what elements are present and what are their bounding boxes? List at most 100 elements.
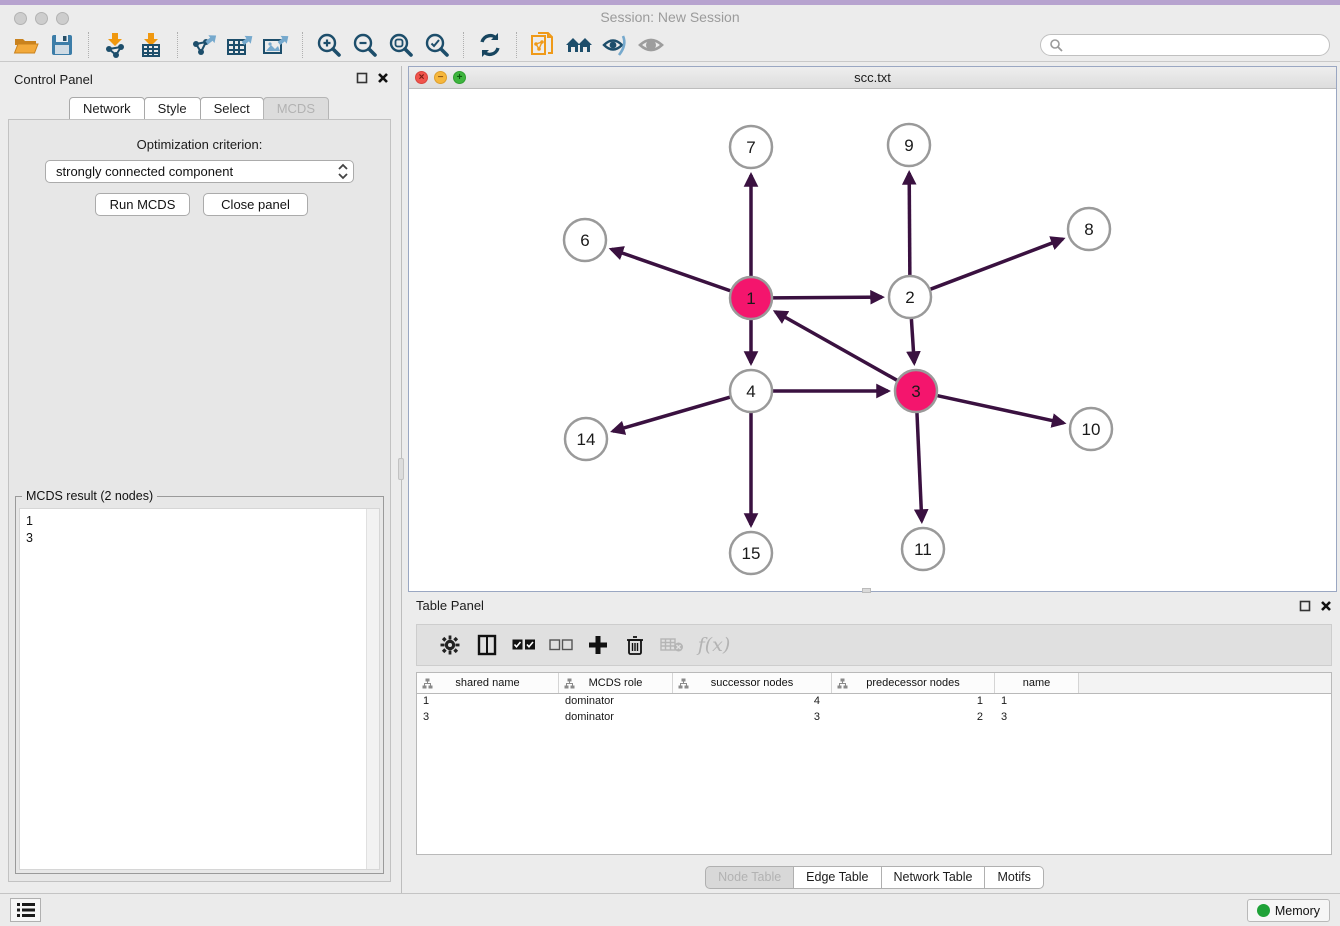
delete-column-button[interactable] xyxy=(616,628,653,662)
graph-edge-2-8[interactable] xyxy=(931,239,1063,289)
export-table-button[interactable] xyxy=(222,30,258,60)
mcds-result-textarea[interactable]: 1 3 xyxy=(19,508,380,870)
export-network-button[interactable] xyxy=(186,30,222,60)
clone-network-button[interactable] xyxy=(525,30,561,60)
mcds-result-groupbox: MCDS result (2 nodes) 1 3 xyxy=(15,496,384,874)
tab-mcds[interactable]: MCDS xyxy=(263,97,329,121)
close-panel-icon[interactable] xyxy=(377,72,389,84)
float-panel-icon[interactable] xyxy=(1299,600,1311,612)
task-history-button[interactable] xyxy=(10,898,41,922)
save-floppy-icon xyxy=(50,33,74,57)
panel-divider-handle[interactable] xyxy=(398,458,404,480)
tab-motifs[interactable]: Motifs xyxy=(984,866,1043,889)
hide-graphics-details-button[interactable] xyxy=(597,30,633,60)
tab-network[interactable]: Network xyxy=(69,97,145,121)
column-type-icon xyxy=(422,678,433,689)
zoom-out-button[interactable] xyxy=(347,30,383,60)
unselect-all-columns-button[interactable] xyxy=(542,628,579,662)
close-panel-icon[interactable] xyxy=(1320,600,1332,612)
main-toolbar xyxy=(0,28,1340,62)
column-header-shared-name[interactable]: shared name xyxy=(417,673,559,693)
float-panel-icon[interactable] xyxy=(356,72,368,84)
delete-table-icon xyxy=(660,637,684,653)
table-row[interactable]: 1 dominator 4 1 1 xyxy=(417,694,1331,710)
table-toolbar: f(x) xyxy=(416,624,1332,666)
unchecked-boxes-icon xyxy=(549,639,573,651)
show-column-panel-button[interactable] xyxy=(468,628,505,662)
show-graphics-details-button[interactable] xyxy=(633,30,669,60)
cell-name[interactable]: 1 xyxy=(995,694,1079,710)
run-mcds-button[interactable]: Run MCDS xyxy=(95,193,190,216)
graph-edge-2-3[interactable] xyxy=(911,319,914,363)
open-session-button[interactable] xyxy=(8,30,44,60)
import-table-button[interactable] xyxy=(133,30,169,60)
zoom-fit-icon xyxy=(388,32,414,58)
apply-style-button[interactable] xyxy=(472,30,508,60)
graph-node-label: 8 xyxy=(1084,220,1093,239)
zoom-fit-button[interactable] xyxy=(383,30,419,60)
cell-shared-name[interactable]: 1 xyxy=(417,694,559,710)
import-network-button[interactable] xyxy=(97,30,133,60)
cell-successor-nodes[interactable]: 4 xyxy=(673,694,832,710)
column-header-mcds-role[interactable]: MCDS role xyxy=(559,673,673,693)
tab-style[interactable]: Style xyxy=(144,97,201,121)
graph-node-label: 4 xyxy=(746,382,755,401)
optimization-criterion-select[interactable]: strongly connected component xyxy=(45,160,354,183)
cell-predecessor-nodes[interactable]: 1 xyxy=(832,694,995,710)
column-header-successor-nodes[interactable]: successor nodes xyxy=(673,673,832,693)
cell-name[interactable]: 3 xyxy=(995,710,1079,726)
zoom-in-button[interactable] xyxy=(311,30,347,60)
tab-select[interactable]: Select xyxy=(200,97,264,121)
window-resize-handle[interactable] xyxy=(862,588,871,593)
import-network-icon xyxy=(102,32,128,58)
control-panel-tabs: Network Style Select MCDS xyxy=(0,97,397,121)
column-header-predecessor-nodes[interactable]: predecessor nodes xyxy=(832,673,995,693)
tab-network-table[interactable]: Network Table xyxy=(881,866,986,889)
memory-status-icon xyxy=(1257,904,1270,917)
table-row[interactable]: 3 dominator 3 2 3 xyxy=(417,710,1331,726)
select-all-columns-button[interactable] xyxy=(505,628,542,662)
graph-edge-3-11[interactable] xyxy=(917,413,922,521)
save-session-button[interactable] xyxy=(44,30,80,60)
graph-edge-1-6[interactable] xyxy=(611,249,730,291)
cell-mcds-role[interactable]: dominator xyxy=(559,694,673,710)
node-table: shared name MCDS role successor nodes xyxy=(416,672,1332,855)
result-scrollbar[interactable] xyxy=(366,509,379,869)
export-network-icon xyxy=(190,32,218,58)
close-panel-button[interactable]: Close panel xyxy=(203,193,308,216)
memory-button[interactable]: Memory xyxy=(1247,899,1330,922)
cell-mcds-role[interactable]: dominator xyxy=(559,710,673,726)
column-type-icon xyxy=(837,678,848,689)
optimization-criterion-label: Optimization criterion: xyxy=(9,137,390,152)
cell-successor-nodes[interactable]: 3 xyxy=(673,710,832,726)
refresh-icon xyxy=(478,32,502,58)
network-window-titlebar[interactable]: × − + scc.txt xyxy=(409,67,1336,89)
zoom-out-icon xyxy=(352,32,378,58)
cell-shared-name[interactable]: 3 xyxy=(417,710,559,726)
network-canvas[interactable]: 1234678910111415 xyxy=(409,89,1336,591)
table-panel: Table Panel xyxy=(408,596,1340,890)
tab-edge-table[interactable]: Edge Table xyxy=(793,866,881,889)
graph-edge-3-1[interactable] xyxy=(775,312,896,380)
graph-node-label: 3 xyxy=(911,382,920,401)
column-type-icon xyxy=(564,678,575,689)
columns-icon xyxy=(477,634,497,656)
network-search-input[interactable] xyxy=(1040,34,1330,56)
search-icon xyxy=(1049,38,1063,52)
graph-edge-3-10[interactable] xyxy=(937,396,1063,423)
column-header-name[interactable]: name xyxy=(995,673,1079,693)
export-image-button[interactable] xyxy=(258,30,294,60)
import-table-icon xyxy=(138,32,164,58)
stepper-arrows-icon xyxy=(337,163,349,180)
zoom-selected-button[interactable] xyxy=(419,30,455,60)
cell-predecessor-nodes[interactable]: 2 xyxy=(832,710,995,726)
graph-node-label: 10 xyxy=(1082,420,1101,439)
tab-node-table[interactable]: Node Table xyxy=(705,866,794,889)
create-column-button[interactable] xyxy=(579,628,616,662)
graph-edge-2-9[interactable] xyxy=(909,173,910,275)
graph-edge-1-2[interactable] xyxy=(773,297,882,298)
gear-icon xyxy=(440,635,460,655)
home-view-button[interactable] xyxy=(561,30,597,60)
graph-edge-4-14[interactable] xyxy=(613,397,730,431)
table-settings-button[interactable] xyxy=(431,628,468,662)
